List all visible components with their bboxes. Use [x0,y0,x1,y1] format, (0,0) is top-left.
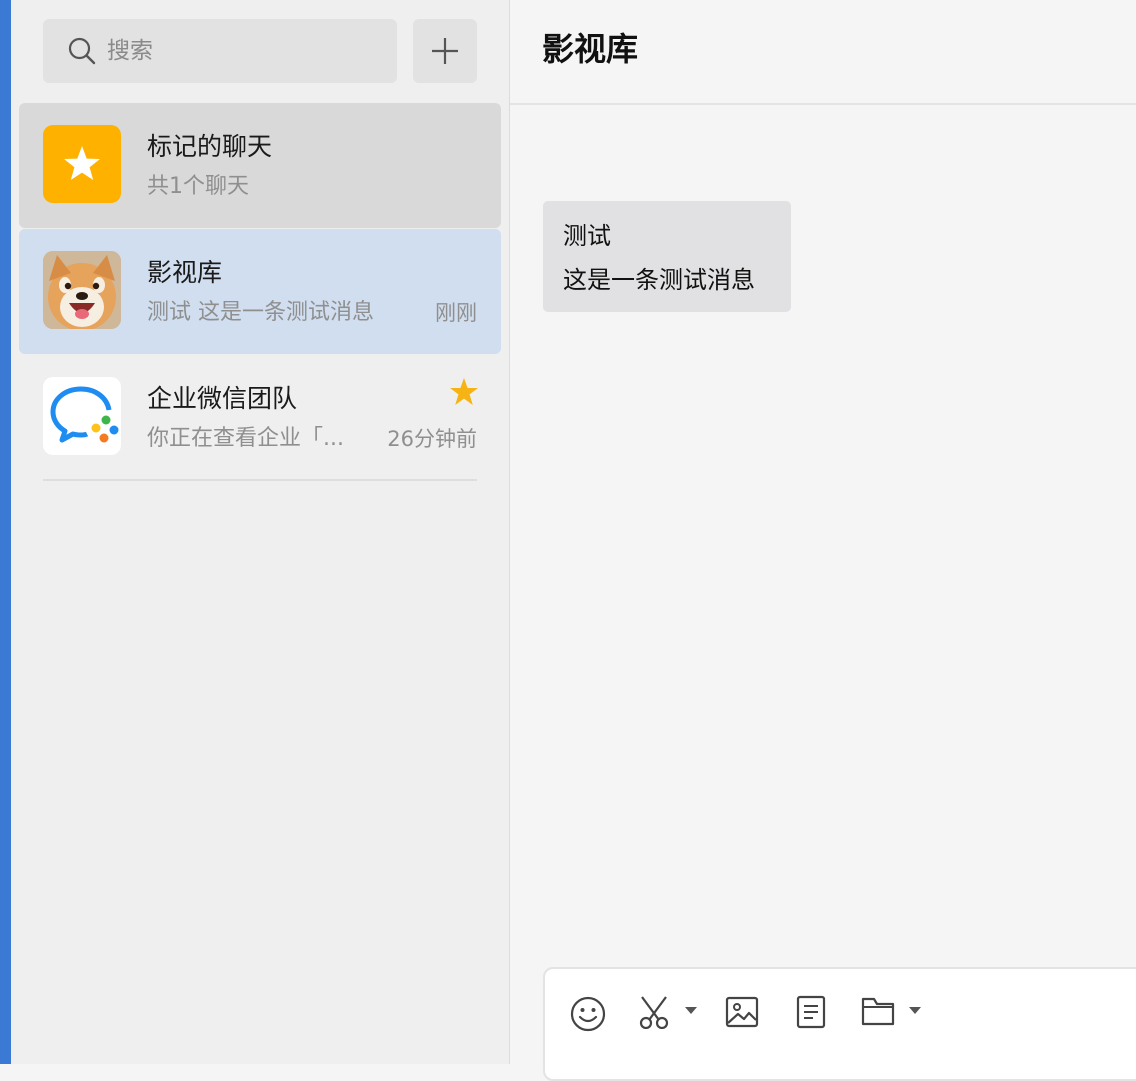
conversation-title: 标记的聊天 [147,132,273,161]
emoji-icon[interactable] [569,995,607,1033]
image-icon[interactable] [725,995,759,1029]
starred-icon [450,378,478,405]
conversation-sidebar: 搜索 标记的聊天 共1个聊天 影视库 测试 这是一条测试消息 刚刚 企业微信团队… [11,0,510,1064]
conversation-preview: 测试 这是一条测试消息 [147,300,374,325]
conversation-title: 影视库 [147,258,223,287]
chevron-down-icon[interactable] [685,1007,697,1015]
chevron-down-icon[interactable] [909,1007,921,1015]
shiba-dog-avatar [43,251,121,329]
message-bubble[interactable]: 测试 这是一条测试消息 [543,201,791,312]
search-icon [68,37,96,65]
chat-title: 影视库 [542,30,639,68]
message-text-line: 这是一条测试消息 [563,266,755,294]
conversation-preview: 共1个聊天 [147,174,249,199]
add-button[interactable] [413,19,477,83]
conversation-item-yingshiku[interactable]: 影视库 测试 这是一条测试消息 刚刚 [19,229,501,354]
conversation-item-wecom-team[interactable]: 企业微信团队 你正在查看企业「... 26分钟前 [19,355,501,480]
search-placeholder: 搜索 [107,38,153,64]
scissors-icon[interactable] [637,995,671,1029]
wecom-logo [43,377,121,455]
plus-icon [432,38,458,64]
document-icon[interactable] [795,995,827,1029]
list-divider [43,479,477,481]
conversation-time: 26分钟前 [387,427,477,451]
star-folder-icon [43,125,121,203]
chat-header: 影视库 [510,0,1136,105]
folder-icon[interactable] [861,995,895,1027]
conversation-preview: 你正在查看企业「... [147,426,344,451]
conversation-item-marked-chats[interactable]: 标记的聊天 共1个聊天 [19,103,501,228]
conversation-time: 刚刚 [435,301,477,325]
conversation-title: 企业微信团队 [147,384,298,413]
search-input[interactable]: 搜索 [43,19,397,83]
message-text-line: 测试 [563,222,611,250]
window-accent-bar [0,0,11,1064]
